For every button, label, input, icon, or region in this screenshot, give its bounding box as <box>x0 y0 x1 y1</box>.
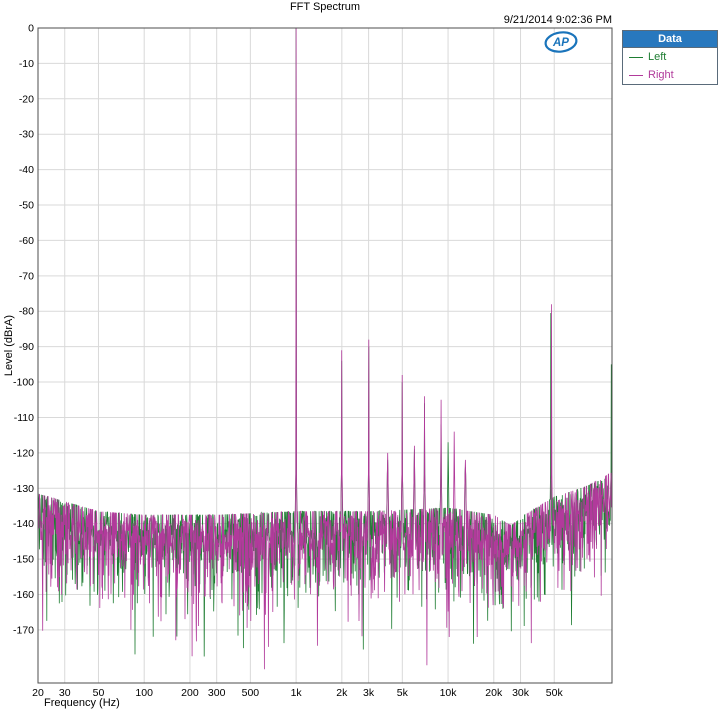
x-tick-label: 20 <box>32 687 44 699</box>
x-tick-label: 100 <box>135 687 153 699</box>
timestamp: 9/21/2014 9:02:36 PM <box>38 14 612 26</box>
x-tick-label: 50k <box>546 687 564 699</box>
x-tick-label: 2k <box>336 687 348 699</box>
legend-item-right[interactable]: Right <box>623 66 717 84</box>
y-tick-label: -80 <box>19 306 34 318</box>
fft-plot-canvas[interactable]: 2030501002003005001k2k3k5k10k20k30k50k0-… <box>0 0 720 720</box>
y-tick-label: 0 <box>28 23 34 35</box>
y-tick-label: -70 <box>19 270 34 282</box>
x-tick-label: 3k <box>363 687 375 699</box>
fft-spectrum-panel: 2030501002003005001k2k3k5k10k20k30k50k0-… <box>0 0 720 720</box>
y-tick-label: -110 <box>14 412 34 424</box>
legend-header: Data <box>623 31 717 48</box>
y-tick-label: -120 <box>13 447 34 459</box>
y-tick-label: -160 <box>13 589 34 601</box>
right-trace-swatch-icon <box>629 75 643 76</box>
x-tick-label: 500 <box>242 687 260 699</box>
y-tick-label: -90 <box>19 341 34 353</box>
y-tick-label: -40 <box>19 164 34 176</box>
y-tick-label: -100 <box>13 377 34 389</box>
y-tick-label: -130 <box>13 483 34 495</box>
left-trace-swatch-icon <box>629 57 643 58</box>
x-tick-label: 5k <box>397 687 409 699</box>
legend-item-left-label: Left <box>648 51 666 63</box>
ap-logo-icon: AP <box>543 30 579 54</box>
y-tick-label: -170 <box>13 624 34 636</box>
y-tick-label: -30 <box>19 129 34 141</box>
y-axis-title: Level (dBrA) <box>3 315 15 376</box>
legend-box: Data Left Right <box>622 30 718 85</box>
ap-logo-text: AP <box>552 37 569 49</box>
x-tick-label: 1k <box>291 687 303 699</box>
trace-right <box>38 28 612 669</box>
y-tick-label: -20 <box>19 93 34 105</box>
legend-item-left[interactable]: Left <box>623 48 717 66</box>
y-tick-label: -10 <box>19 58 34 70</box>
x-tick-label: 30k <box>512 687 530 699</box>
x-tick-label: 10k <box>440 687 458 699</box>
y-tick-label: -140 <box>13 518 34 530</box>
x-tick-label: 300 <box>208 687 226 699</box>
x-axis-title: Frequency (Hz) <box>44 697 120 709</box>
y-tick-label: -60 <box>19 235 34 247</box>
page-title: FFT Spectrum <box>38 1 612 13</box>
y-tick-label: -50 <box>19 200 34 212</box>
x-tick-label: 200 <box>181 687 199 699</box>
x-tick-label: 20k <box>485 687 503 699</box>
legend-item-right-label: Right <box>648 69 674 81</box>
y-tick-label: -150 <box>13 554 34 566</box>
